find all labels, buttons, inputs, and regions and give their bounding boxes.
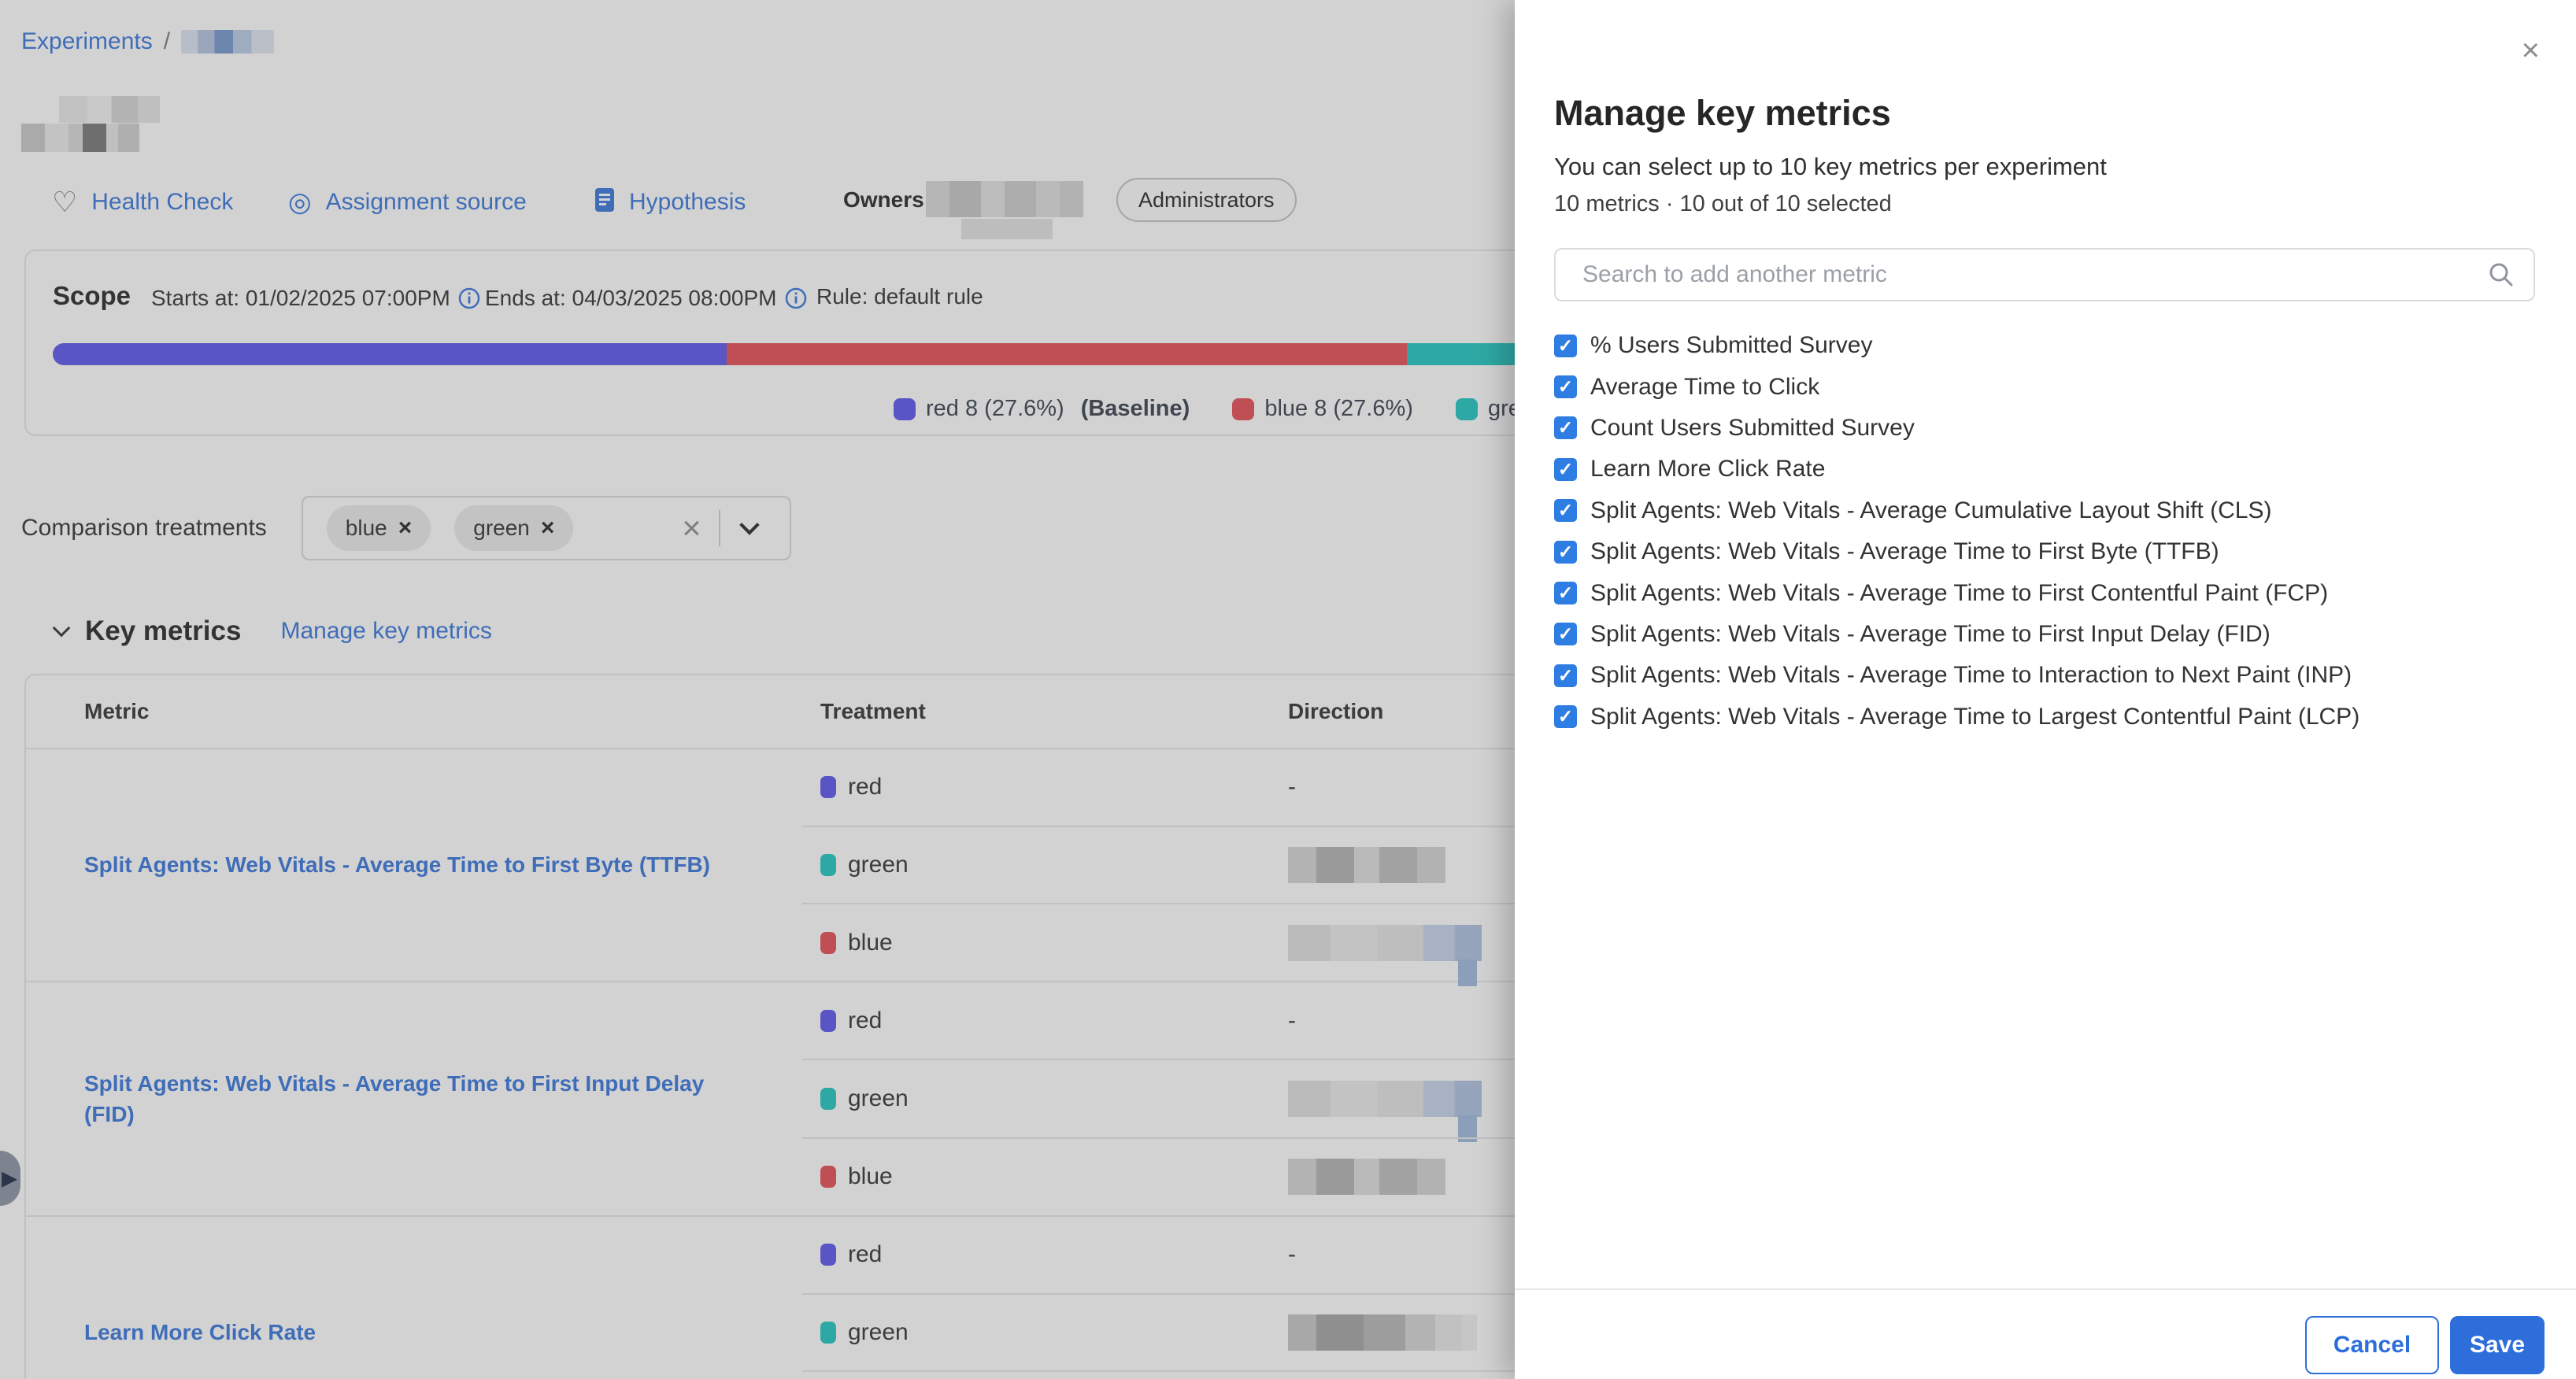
checkbox-checked-icon[interactable]: ✓ [1554, 582, 1577, 604]
manage-key-metrics-panel: × Manage key metrics You can select up t… [1515, 0, 2576, 1379]
checkbox-checked-icon[interactable]: ✓ [1554, 416, 1577, 439]
metric-search-input[interactable] [1554, 248, 2535, 301]
checkbox-checked-icon[interactable]: ✓ [1554, 499, 1577, 522]
metric-option[interactable]: ✓ Learn More Click Rate [1554, 449, 2535, 490]
panel-footer: Cancel Save [1515, 1288, 2576, 1379]
checkbox-checked-icon[interactable]: ✓ [1554, 623, 1577, 645]
metric-option[interactable]: ✓ Split Agents: Web Vitals - Average Tim… [1554, 531, 2535, 572]
metrics-selected-summary: 10 metrics · 10 out of 10 selected [1554, 191, 1892, 217]
checkbox-checked-icon[interactable]: ✓ [1554, 335, 1577, 357]
checkbox-checked-icon[interactable]: ✓ [1554, 664, 1577, 687]
metric-option[interactable]: ✓ % Users Submitted Survey [1554, 325, 2535, 366]
metric-option[interactable]: ✓ Average Time to Click [1554, 366, 2535, 407]
save-button[interactable]: Save [2450, 1316, 2545, 1374]
panel-subtitle: You can select up to 10 key metrics per … [1554, 153, 2107, 181]
metric-option[interactable]: ✓ Split Agents: Web Vitals - Average Cum… [1554, 490, 2535, 531]
metric-search [1554, 248, 2535, 301]
metric-option[interactable]: ✓ Split Agents: Web Vitals - Average Tim… [1554, 697, 2535, 738]
checkbox-checked-icon[interactable]: ✓ [1554, 375, 1577, 398]
metric-option[interactable]: ✓ Count Users Submitted Survey [1554, 408, 2535, 449]
cancel-button[interactable]: Cancel [2305, 1316, 2439, 1374]
metric-checkbox-list: ✓ % Users Submitted Survey ✓ Average Tim… [1554, 325, 2535, 738]
search-icon [2488, 261, 2515, 292]
metric-option[interactable]: ✓ Split Agents: Web Vitals - Average Tim… [1554, 572, 2535, 613]
metric-option[interactable]: ✓ Split Agents: Web Vitals - Average Tim… [1554, 614, 2535, 655]
checkbox-checked-icon[interactable]: ✓ [1554, 705, 1577, 728]
metric-option[interactable]: ✓ Split Agents: Web Vitals - Average Tim… [1554, 655, 2535, 696]
checkbox-checked-icon[interactable]: ✓ [1554, 541, 1577, 564]
panel-title: Manage key metrics [1554, 93, 1891, 134]
app-root: Experiments / ♡ Health Check ◎ Assignmen… [0, 0, 2576, 1379]
checkbox-checked-icon[interactable]: ✓ [1554, 458, 1577, 481]
close-icon[interactable]: × [2522, 35, 2540, 66]
